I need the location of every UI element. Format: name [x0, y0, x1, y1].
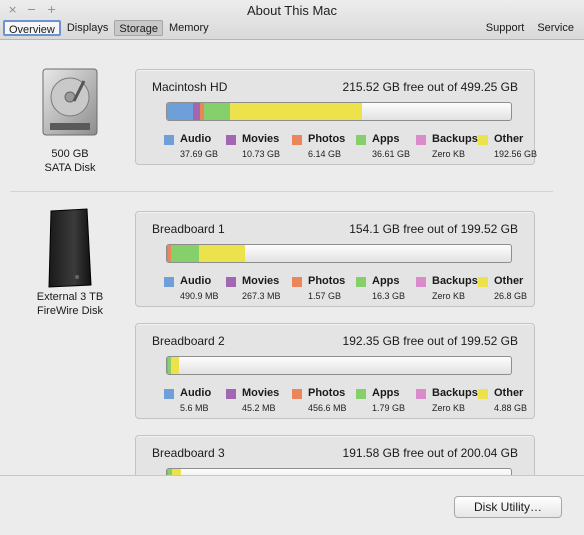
footer: Disk Utility… [0, 475, 584, 535]
legend-label: Backups [432, 133, 478, 145]
volume-name: Breadboard 1 [152, 222, 225, 236]
legend-swatch [478, 135, 488, 145]
legend-size: 456.6 MB [308, 403, 347, 413]
legend-label: Photos [308, 275, 346, 287]
legend-swatch [356, 389, 366, 399]
legend-swatch [226, 389, 236, 399]
legend-swatch [292, 135, 302, 145]
volume-free-space: 215.52 GB free out of 499.25 GB [342, 80, 518, 94]
volume-panel: Breadboard 1 154.1 GB free out of 199.52 … [135, 211, 535, 307]
volume-free-space: 191.58 GB free out of 200.04 GB [342, 446, 518, 460]
legend-label: Movies [242, 387, 280, 399]
legend-size: 37.69 GB [180, 149, 219, 159]
legend-swatch [292, 277, 302, 287]
usage-segment-apps [171, 245, 200, 262]
legend-label: Audio [180, 133, 212, 145]
legend-swatch [356, 277, 366, 287]
volume-free-space: 154.1 GB free out of 199.52 GB [349, 222, 518, 236]
legend-swatch [164, 135, 174, 145]
legend-swatch [416, 135, 426, 145]
legend-swatch [416, 277, 426, 287]
legend-swatch [164, 389, 174, 399]
legend-label: Photos [308, 133, 346, 145]
volume-free-space: 192.35 GB free out of 199.52 GB [342, 334, 518, 348]
usage-bar [166, 244, 512, 263]
legend-size: 490.9 MB [180, 291, 219, 301]
legend-size: 36.61 GB [372, 149, 411, 159]
device-size: 500 GB [51, 148, 89, 160]
usage-segment-other [170, 357, 180, 374]
disk-utility-button[interactable]: Disk Utility… [454, 496, 562, 518]
usage-bar [166, 356, 512, 375]
legend-size: Zero KB [432, 149, 466, 159]
service-link[interactable]: Service [537, 22, 574, 34]
legend-swatch [164, 277, 174, 287]
legend-size: Zero KB [432, 403, 466, 413]
legend-swatch [478, 389, 488, 399]
tab-displays[interactable]: Displays [63, 20, 113, 36]
legend-label: Apps [372, 387, 400, 399]
device-type: SATA Disk [44, 162, 96, 174]
legend-label: Other [494, 387, 524, 399]
legend-swatch [292, 389, 302, 399]
external-disk-device: External 3 TB FireWire Disk [20, 207, 120, 318]
legend-swatch [226, 277, 236, 287]
legend-size: 26.8 GB [494, 291, 528, 301]
legend-label: Backups [432, 387, 478, 399]
legend-size: 1.79 GB [372, 403, 406, 413]
device-type: FireWire Disk [37, 305, 103, 317]
usage-segment-other [229, 103, 363, 120]
legend-swatch [478, 277, 488, 287]
usage-segment-movies [192, 103, 201, 120]
usage-segment-audio [167, 103, 193, 120]
legend-label: Audio [180, 275, 212, 287]
legend-label: Apps [372, 275, 400, 287]
legend-swatch [416, 389, 426, 399]
legend-label: Photos [308, 387, 346, 399]
window-title: About This Mac [246, 3, 338, 18]
legend-size: 192.56 GB [494, 149, 538, 159]
legend-swatch [226, 135, 236, 145]
legend-swatch [356, 135, 366, 145]
volume-panel: Macintosh HD 215.52 GB free out of 499.25… [135, 69, 538, 165]
legend-size: 10.73 GB [242, 149, 281, 159]
legend-label: Audio [180, 387, 212, 399]
tab-overview[interactable]: Overview [3, 20, 61, 36]
external-drive-icon [48, 208, 92, 288]
title-bar: × − + About This Mac Overview Displays S… [0, 0, 584, 40]
legend-size: 4.88 GB [494, 403, 528, 413]
tab-memory[interactable]: Memory [165, 20, 213, 36]
legend-size: 1.57 GB [308, 291, 342, 301]
legend-label: Backups [432, 275, 478, 287]
header-links: Support Service [486, 22, 574, 34]
legend-label: Other [494, 133, 524, 145]
usage-bar [166, 102, 512, 121]
volume-name: Breadboard 3 [152, 446, 225, 460]
legend-size: 6.14 GB [308, 149, 342, 159]
volume-name: Macintosh HD [152, 80, 228, 94]
divider [10, 191, 553, 192]
legend-size: 16.3 GB [372, 291, 406, 301]
volume-name: Breadboard 2 [152, 334, 225, 348]
device-size: External 3 TB [36, 291, 104, 303]
volume-panel: Breadboard 2 192.35 GB free out of 199.52… [135, 323, 535, 419]
legend-label: Movies [242, 133, 280, 145]
support-link[interactable]: Support [486, 22, 525, 34]
usage-segment-apps [204, 103, 230, 120]
legend-size: 267.3 MB [242, 291, 281, 301]
internal-disk-device: 500 GB SATA Disk [25, 67, 115, 175]
usage-bar [166, 468, 512, 475]
tab-bar: Overview Displays Storage Memory [3, 20, 215, 36]
legend-label: Apps [372, 133, 400, 145]
hard-drive-icon [42, 68, 98, 136]
legend-label: Other [494, 275, 524, 287]
legend-size: 45.2 MB [242, 403, 276, 413]
legend-size: 5.6 MB [180, 403, 209, 413]
usage-segment-other [199, 245, 246, 262]
legend-label: Movies [242, 275, 280, 287]
storage-content: 500 GB SATA Disk External 3 TB FireWire … [0, 41, 584, 475]
volume-panel: Breadboard 3 191.58 GB free out of 200.04… [135, 435, 535, 475]
tab-storage[interactable]: Storage [114, 20, 163, 36]
legend-size: Zero KB [432, 291, 466, 301]
